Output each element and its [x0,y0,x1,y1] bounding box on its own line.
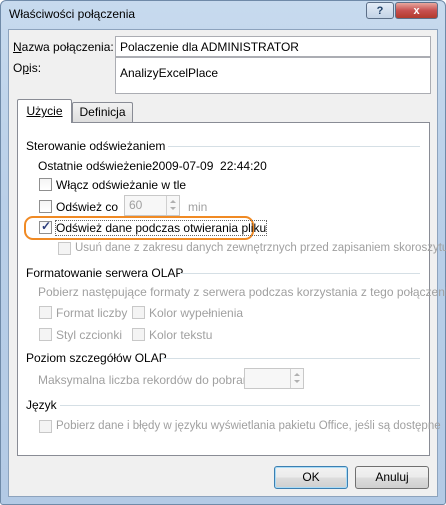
stepper-up-icon[interactable] [294,373,300,376]
last-refresh-value: 2009-07-09 22:44:20 [152,159,267,173]
tab-usage-label: Użycie [26,104,63,118]
usage-tab-panel: Sterowanie odświeżaniem Ostatnie odśwież… [17,122,446,456]
stepper-arrows[interactable] [166,196,179,215]
olap-drill-divider [161,358,420,359]
stepper-down-icon[interactable] [294,380,300,383]
connection-name-input[interactable]: Polaczenie dla ADMINISTRATOR [115,36,431,57]
close-button[interactable]: x [395,2,438,19]
olap-format-description: Pobierz następujące formaty z serwera po… [38,285,446,299]
remove-data-label[interactable]: Usuń dane z zakresu danych zewnętrznych … [75,242,446,254]
stepper-down-icon[interactable] [170,207,176,210]
stepper-up-icon[interactable] [170,200,176,203]
number-format-checkbox[interactable] [39,306,52,319]
description-label: Opis: [13,61,42,75]
remove-data-checkbox[interactable] [58,242,71,255]
fill-color-label[interactable]: Kolor wypełnienia [149,306,243,320]
olap-drill-group-title: Poziom szczegółów OLAP [26,351,167,365]
max-records-label: Maksymalna liczba rekordów do pobrania: [38,373,263,387]
background-refresh-checkbox[interactable] [39,178,52,191]
language-divider [60,405,420,406]
refresh-minutes-stepper[interactable]: 60 [124,195,180,216]
tab-usage[interactable]: Użycie [17,99,72,123]
olap-format-group-title: Formatowanie serwera OLAP [26,266,184,280]
connection-name-label: Nazwa połączenia: [13,40,114,54]
office-language-checkbox[interactable] [39,420,52,433]
fill-color-checkbox[interactable] [132,306,145,319]
refresh-on-open-label[interactable]: Odśwież dane podczas otwierania pliku [54,220,268,236]
dialog-client: Nazwa połączenia: Polaczenie dla ADMINIS… [8,29,446,497]
tab-definition[interactable]: Definicja [72,102,133,123]
refresh-every-label[interactable]: Odśwież co [56,200,118,214]
last-refresh-label: Ostatnie odświeżenie: [38,159,156,173]
text-color-checkbox[interactable] [132,328,145,341]
dialog-window: Właściwości połączenia ? x Nazwa połącze… [0,0,446,505]
text-color-label[interactable]: Kolor tekstu [149,328,212,342]
cancel-button[interactable]: Anuluj [355,466,429,489]
ok-button[interactable]: OK [274,466,348,489]
max-records-stepper[interactable] [244,368,304,389]
refresh-minutes-value: 60 [129,198,143,212]
description-input[interactable]: AnalizyExcelPlace [115,57,431,94]
office-language-label[interactable]: Pobierz dane i błędy w języku wyświetlan… [56,420,441,432]
ok-button-label: OK [302,470,320,484]
font-style-checkbox[interactable] [39,328,52,341]
font-style-label[interactable]: Styl czcionki [56,328,122,342]
help-button[interactable]: ? [366,2,394,19]
language-group-title: Język [26,398,57,412]
refresh-unit-label: min [188,200,208,214]
checkmark-icon: ✓ [41,219,52,233]
window-title: Właściwości połączenia [9,7,136,21]
refresh-every-checkbox[interactable] [39,200,52,213]
background-refresh-label[interactable]: Włącz odświeżanie w tle [56,178,186,192]
refresh-group-title: Sterowanie odświeżaniem [26,139,166,153]
cancel-button-label: Anuluj [375,470,409,484]
help-icon: ? [376,4,384,17]
number-format-label[interactable]: Format liczby [56,306,127,320]
close-icon: x [413,4,420,17]
stepper-arrows[interactable] [290,369,303,388]
refresh-on-open-checkbox[interactable]: ✓ [39,219,52,234]
olap-format-divider [180,273,420,274]
title-bar[interactable]: Właściwości połączenia ? x [1,1,445,27]
tab-definition-label: Definicja [79,105,126,119]
refresh-group-divider [168,146,420,147]
